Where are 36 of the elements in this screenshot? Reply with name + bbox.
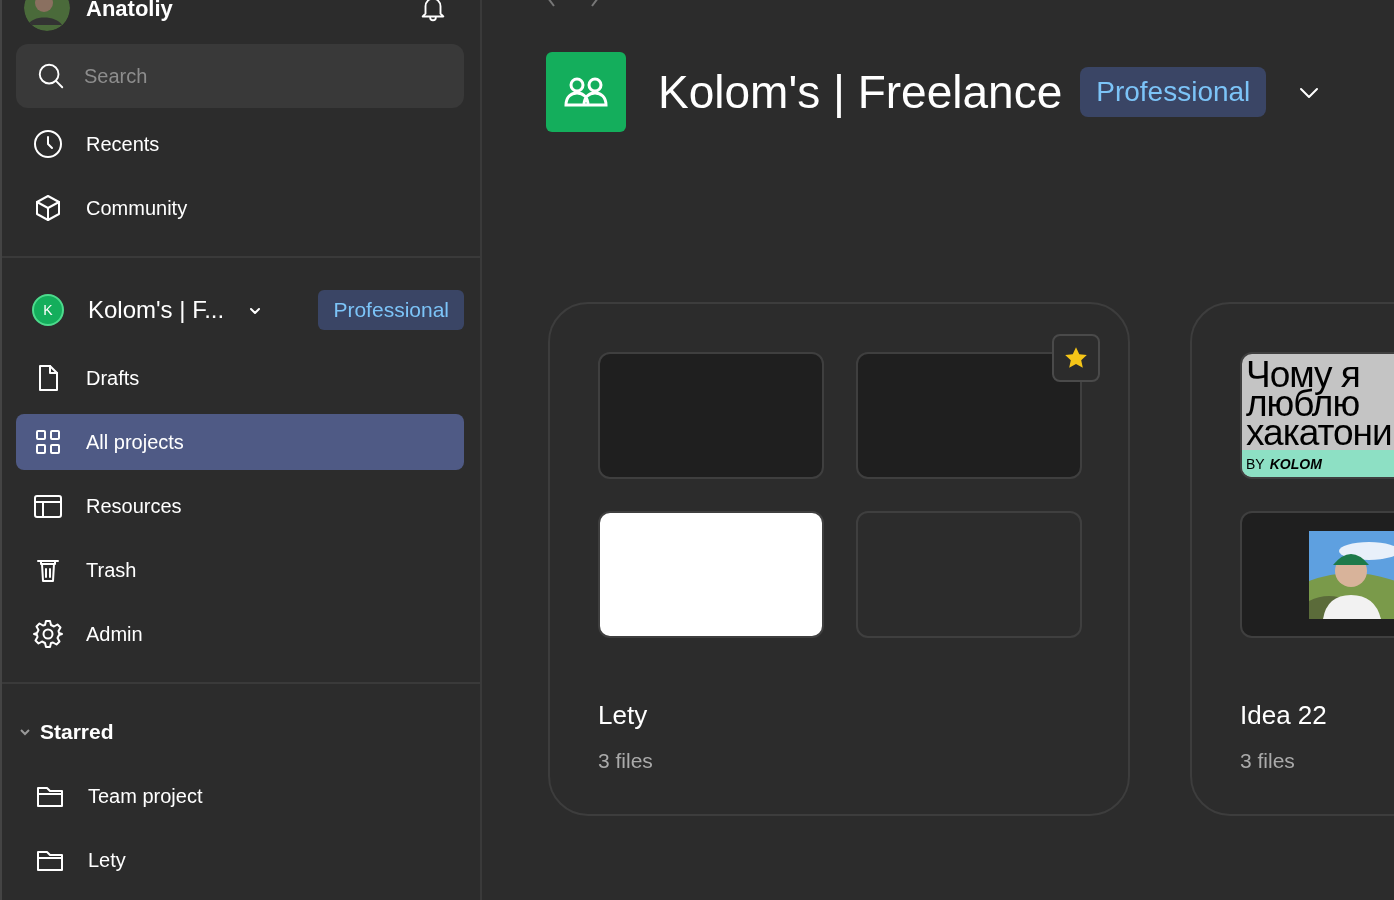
- byline-label: BY: [1246, 455, 1265, 473]
- project-card[interactable]: Lety 3 files: [548, 302, 1130, 816]
- team-title: Kolom's | Freelance: [658, 64, 1063, 120]
- search-icon: [36, 61, 66, 91]
- star-button[interactable]: [1052, 334, 1100, 382]
- section-title: Starred: [40, 719, 114, 746]
- settings-icon: [32, 618, 64, 650]
- sidebar-item[interactable]: Drafts: [16, 350, 464, 406]
- user-name: Anatoliy: [86, 0, 173, 23]
- file-thumbnail[interactable]: [598, 352, 824, 479]
- search-field[interactable]: Search: [16, 44, 464, 108]
- plan-badge: Professional: [318, 290, 464, 330]
- team-avatar: K: [32, 294, 64, 326]
- sidebar-item[interactable]: Recents: [16, 116, 464, 172]
- project-name: Lety: [598, 699, 649, 732]
- plan-badge: Professional: [1080, 67, 1267, 117]
- project-card[interactable]: Чому я люблю хакатони BY KOLOM Idea 22 3 files: [1190, 302, 1394, 816]
- sidebar-item[interactable]: Team project: [18, 768, 464, 824]
- sidebar-item[interactable]: Lety: [18, 832, 464, 888]
- sidebar-item[interactable]: All projects: [16, 414, 464, 470]
- poster-title: Чому я люблю хакатони: [1245, 354, 1393, 447]
- sidebar-item[interactable]: Admin: [16, 606, 464, 662]
- project-name: Idea 22: [1240, 699, 1328, 732]
- file-count: 3 files: [598, 748, 654, 774]
- star-icon: [1063, 345, 1089, 371]
- team-icon: [546, 52, 626, 132]
- file-thumbnail[interactable]: Чому я люблю хакатони BY KOLOM: [1240, 352, 1394, 479]
- file-thumbnail[interactable]: [598, 511, 824, 638]
- team-name[interactable]: Kolom's | F...: [88, 292, 225, 328]
- byline-author: KOLOM: [1269, 455, 1322, 473]
- sidebar-item[interactable]: Trash: [16, 542, 464, 598]
- file-thumbnail[interactable]: [856, 352, 1082, 479]
- clock-icon: [32, 128, 64, 160]
- file-count: 3 files: [1240, 748, 1296, 774]
- sidebar-item[interactable]: Resources: [16, 478, 464, 534]
- sidebar-item[interactable]: Community: [16, 180, 464, 236]
